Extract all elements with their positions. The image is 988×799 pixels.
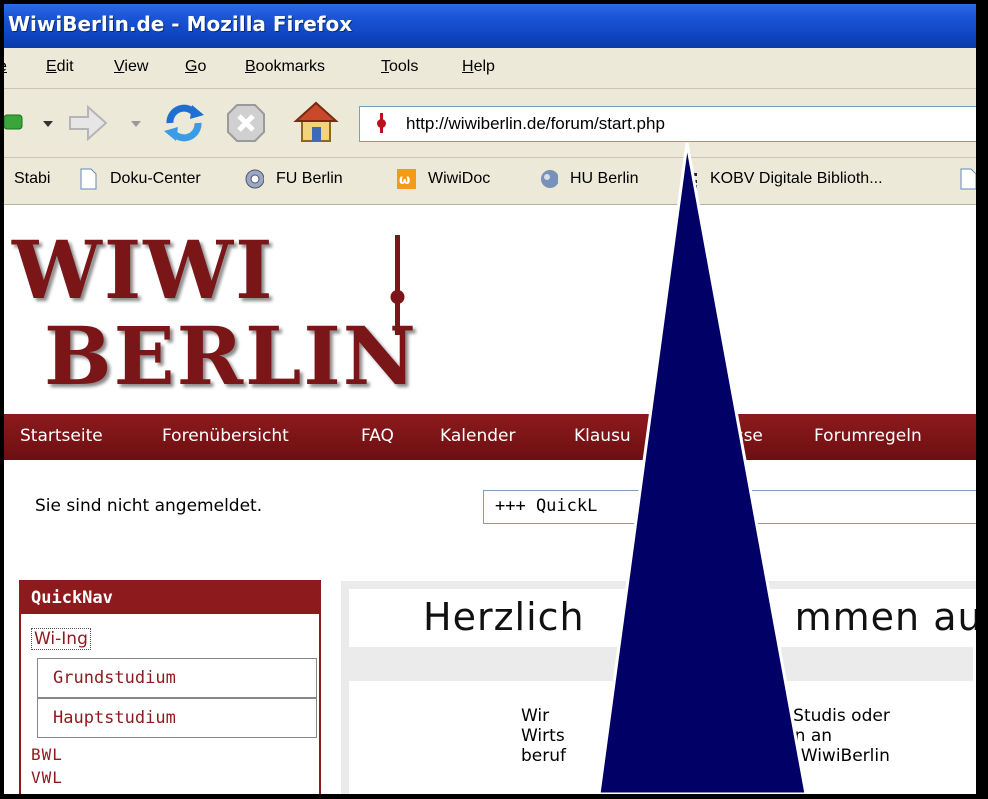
screenshot-frame: WiwiBerlin.de - Mozilla Firefox e Edit V… [4, 4, 976, 794]
pointer-arrow-overlay [597, 142, 808, 794]
